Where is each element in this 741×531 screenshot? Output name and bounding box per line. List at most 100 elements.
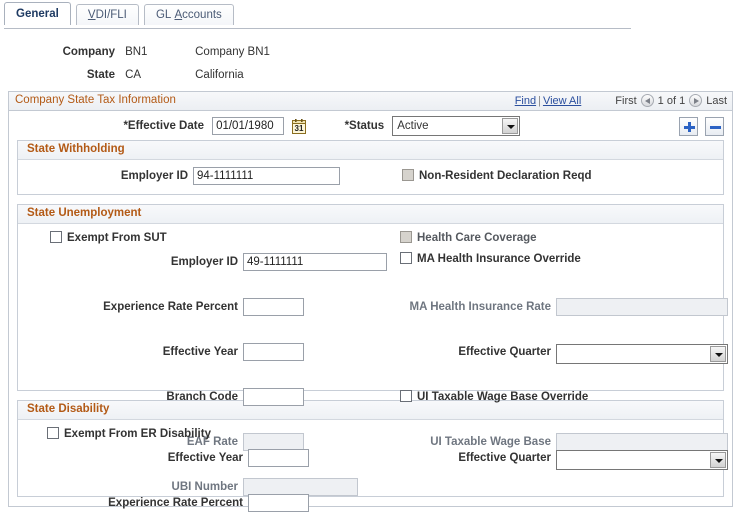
effective-date-row: *Effective Date 31 *Status Active bbox=[9, 111, 732, 140]
state-unemployment-title: State Unemployment bbox=[27, 207, 142, 219]
sd-effective-year-row: Effective Year Effective Quarter bbox=[18, 448, 728, 471]
state-unemployment-section: State Unemployment Exempt From SUT Healt… bbox=[17, 204, 728, 496]
health-care-coverage-label: Health Care Coverage bbox=[417, 232, 537, 244]
chevron-down-icon bbox=[710, 452, 726, 468]
state-unemployment-header: State Unemployment bbox=[18, 205, 723, 224]
chevron-down-icon bbox=[502, 118, 519, 134]
tab-gl-accounts[interactable]: GL Accounts bbox=[143, 4, 234, 25]
sd-effective-quarter-select[interactable] bbox=[556, 450, 728, 470]
sd-effective-year-input[interactable] bbox=[248, 449, 309, 467]
key-fields: Company BN1 Company BN1 State CA Califor… bbox=[0, 41, 741, 87]
sd-experience-rate-input[interactable] bbox=[248, 494, 309, 512]
su-effective-year-row: Effective Year Effective Quarter bbox=[18, 342, 728, 365]
sw-employer-id-label: Employer ID bbox=[120, 170, 188, 182]
status-select-value: Active bbox=[397, 120, 429, 132]
health-care-coverage-row: Health Care Coverage bbox=[400, 231, 537, 244]
row-actions bbox=[675, 117, 724, 136]
state-withholding-header: State Withholding bbox=[18, 141, 723, 160]
sd-experience-rate-control bbox=[248, 494, 309, 512]
find-link[interactable]: Find bbox=[515, 95, 536, 107]
sw-employer-id-row: Employer ID Non-Resident Declaration Req… bbox=[18, 166, 723, 189]
state-withholding-body: Employer ID Non-Resident Declaration Req… bbox=[18, 160, 723, 194]
tab-general[interactable]: General bbox=[4, 2, 71, 25]
state-row: State CA California bbox=[0, 64, 741, 87]
ma-health-rate-input bbox=[556, 298, 728, 316]
state-disability-section: State Disability Exempt From ER Disabili… bbox=[17, 400, 728, 512]
tab-gl-accounts-label-post: ccounts bbox=[182, 9, 222, 21]
ui-override-row: UI Taxable Wage Base Override bbox=[400, 390, 588, 403]
chevron-down-icon bbox=[710, 346, 726, 362]
non-resident-declaration-checkbox bbox=[402, 169, 414, 181]
ma-health-insurance-override-label: MA Health Insurance Override bbox=[417, 253, 581, 265]
company-label: Company bbox=[62, 46, 115, 58]
status-select[interactable]: Active bbox=[392, 116, 521, 136]
previous-row-icon[interactable] bbox=[640, 94, 654, 107]
su-experience-rate-input[interactable] bbox=[243, 298, 304, 316]
sw-non-resident-row: Non-Resident Declaration Reqd bbox=[402, 169, 592, 182]
exempt-from-er-disability-label: Exempt From ER Disability bbox=[64, 428, 211, 440]
state-code: CA bbox=[125, 69, 142, 81]
sw-employer-id-input[interactable] bbox=[193, 167, 340, 185]
calendar-icon[interactable]: 31 bbox=[292, 118, 307, 134]
state-label: State bbox=[86, 69, 115, 81]
su-effective-year-label: Effective Year bbox=[162, 346, 238, 358]
tab-gl-accounts-label-pre: GL bbox=[155, 9, 175, 21]
company-code: BN1 bbox=[125, 46, 148, 58]
ui-taxable-wage-base-override-checkbox[interactable] bbox=[400, 390, 412, 402]
tab-gl-accounts-accel: A bbox=[174, 9, 183, 21]
su-effective-quarter-select[interactable] bbox=[556, 344, 728, 364]
company-state-tax-information-group: Company State Tax Information Find | View … bbox=[8, 91, 733, 512]
state-withholding-section: State Withholding Employer ID Non-Reside… bbox=[17, 140, 724, 195]
status-label: *Status bbox=[344, 119, 385, 132]
nav-separator: | bbox=[538, 95, 541, 107]
company-description: Company BN1 bbox=[195, 46, 270, 58]
exempt-from-sut-row: Exempt From SUT bbox=[50, 231, 167, 244]
exempt-from-sut-checkbox[interactable] bbox=[50, 231, 62, 243]
exempt-from-sut-label: Exempt From SUT bbox=[67, 232, 167, 244]
ma-health-rate-control bbox=[556, 298, 728, 316]
delete-row-button[interactable] bbox=[705, 117, 724, 136]
effective-date-input[interactable] bbox=[212, 117, 285, 135]
su-effective-quarter-control bbox=[556, 344, 728, 364]
view-all-link[interactable]: View All bbox=[543, 95, 581, 107]
su-branch-code-label: Branch Code bbox=[166, 391, 238, 403]
su-employer-id-control bbox=[243, 253, 387, 271]
tab-vdi-fli-accel: V bbox=[87, 9, 96, 21]
exempt-from-er-disability-checkbox[interactable] bbox=[47, 427, 59, 439]
su-branch-code-input[interactable] bbox=[243, 388, 304, 406]
tab-vdi-fli-label: DI/FLI bbox=[95, 9, 127, 21]
su-branch-code-row: Branch Code UI Taxable Wage Base Overrid… bbox=[18, 387, 723, 410]
sd-effective-year-label: Effective Year bbox=[167, 452, 243, 464]
group-header: Company State Tax Information Find | View … bbox=[9, 92, 732, 111]
su-effective-year-control bbox=[243, 343, 304, 361]
su-experience-rate-row: Experience Rate Percent MA Health Insura… bbox=[18, 297, 728, 320]
sd-effective-quarter-label: Effective Quarter bbox=[458, 452, 551, 464]
state-withholding-title: State Withholding bbox=[27, 143, 125, 155]
sd-experience-rate-label: Experience Rate Percent bbox=[108, 497, 243, 509]
tab-vdi-fli[interactable]: VDI/FLI bbox=[75, 4, 139, 25]
first-label[interactable]: First bbox=[615, 95, 636, 107]
sd-effective-year-control bbox=[248, 449, 309, 467]
ma-health-override-row: MA Health Insurance Override bbox=[400, 252, 581, 265]
add-row-button[interactable] bbox=[678, 117, 698, 136]
tab-underline bbox=[4, 28, 631, 29]
last-label[interactable]: Last bbox=[706, 95, 727, 107]
company-row: Company BN1 Company BN1 bbox=[0, 41, 741, 64]
state-description: California bbox=[195, 69, 244, 81]
su-employer-id-label: Employer ID bbox=[170, 256, 238, 268]
ma-health-insurance-override-checkbox[interactable] bbox=[400, 252, 412, 264]
su-branch-code-control bbox=[243, 388, 304, 406]
tab-bar: General VDI/FLI GL Accounts bbox=[4, 2, 741, 29]
su-employer-id-input[interactable] bbox=[243, 253, 387, 271]
state-disability-body: Exempt From ER Disability Effective Year… bbox=[18, 420, 728, 512]
su-effective-year-input[interactable] bbox=[243, 343, 304, 361]
state-unemployment-body: Exempt From SUT Health Care Coverage Emp… bbox=[18, 224, 728, 496]
ui-taxable-wage-base-override-label: UI Taxable Wage Base Override bbox=[417, 391, 589, 403]
exempt-from-er-disability-row: Exempt From ER Disability bbox=[47, 427, 211, 440]
effective-date-label: *Effective Date bbox=[123, 119, 204, 132]
group-title: Company State Tax Information bbox=[15, 94, 176, 106]
ma-health-rate-label: MA Health Insurance Rate bbox=[409, 301, 551, 313]
row-navigation: Find | View All First 1 of 1 Last bbox=[515, 94, 727, 107]
su-employer-id-row: Employer ID bbox=[18, 252, 723, 275]
next-row-icon[interactable] bbox=[689, 94, 703, 107]
